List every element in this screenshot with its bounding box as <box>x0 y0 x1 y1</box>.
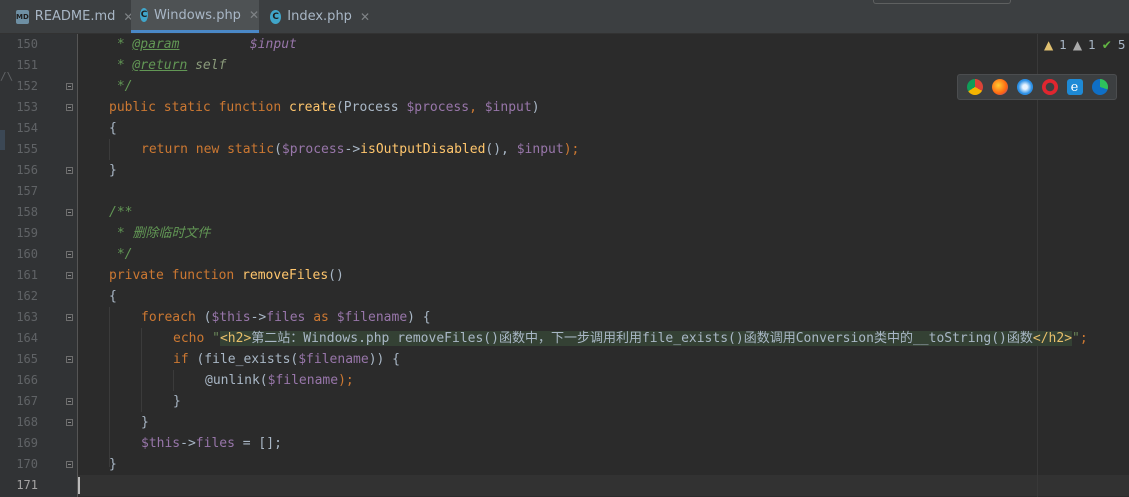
line-number: 153 <box>16 100 38 114</box>
line-number: 170 <box>16 457 38 471</box>
fold-marker-icon[interactable] <box>66 314 73 321</box>
code-line-158[interactable]: /** <box>109 202 132 223</box>
line-number: 165 <box>16 352 38 366</box>
code-line-170[interactable]: } <box>109 454 117 475</box>
code-line-153[interactable]: public static function create(Process $p… <box>109 97 540 118</box>
close-icon[interactable]: ✕ <box>249 8 259 22</box>
line-number: 169 <box>16 436 38 450</box>
line-number: 167 <box>16 394 38 408</box>
php-class-icon: C <box>270 9 282 24</box>
fold-marker-icon[interactable] <box>66 356 73 363</box>
tab-readme[interactable]: MD README.md ✕ <box>16 0 133 33</box>
markdown-file-icon: MD <box>16 9 29 24</box>
line-number: 166 <box>16 373 38 387</box>
code-line-168[interactable]: } <box>141 412 149 433</box>
tab-index-php[interactable]: C Index.php ✕ <box>270 0 370 33</box>
line-number: 163 <box>16 310 38 324</box>
inspection-widget[interactable]: ▲ 1 ▲ 1 ✔ 5 <box>1044 38 1125 52</box>
ie-icon[interactable]: e <box>1066 79 1083 95</box>
code-line-166[interactable]: @unlink($filename); <box>205 370 354 391</box>
line-number: 155 <box>16 142 38 156</box>
code-line-150[interactable]: * @param $input <box>109 34 297 55</box>
open-in-browser-bar: e <box>957 74 1117 100</box>
line-number: 159 <box>16 226 38 240</box>
code-line-155[interactable]: return new static($process->isOutputDisa… <box>141 139 579 160</box>
code-line-159[interactable]: * 删除临时文件 <box>109 223 211 244</box>
line-number: 158 <box>16 205 38 219</box>
tab-label: README.md <box>34 9 116 24</box>
right-margin-guide <box>1037 34 1038 497</box>
line-number: 164 <box>16 331 38 345</box>
text-caret <box>78 477 80 494</box>
ok-count: 5 <box>1117 38 1126 52</box>
code-line-152[interactable]: */ <box>109 76 133 97</box>
line-number: 157 <box>16 184 38 198</box>
line-number: 154 <box>16 121 38 135</box>
code-line-151[interactable]: * @return self <box>109 55 227 76</box>
check-icon: ✔ <box>1101 38 1112 52</box>
indent-guide <box>109 139 110 160</box>
php-class-icon: C <box>140 8 149 22</box>
code-line-169[interactable]: $this->files = []; <box>141 433 282 454</box>
line-number-current: 171 <box>16 478 38 492</box>
indent-guide <box>109 307 110 467</box>
warning-icon: ▲ <box>1044 38 1054 52</box>
line-number: 168 <box>16 415 38 429</box>
line-number: 161 <box>16 268 38 282</box>
code-line-154[interactable]: { <box>109 118 117 139</box>
fold-marker-icon[interactable] <box>66 104 73 111</box>
weak-warning-count: 1 <box>1088 38 1096 52</box>
edge-icon[interactable] <box>1091 79 1108 95</box>
opera-icon[interactable] <box>1041 79 1058 95</box>
tab-label: Index.php <box>287 9 352 24</box>
fold-marker-icon[interactable] <box>66 398 73 405</box>
code-line-165[interactable]: if (file_exists($filename)) { <box>173 349 400 370</box>
code-line-160[interactable]: */ <box>109 244 133 265</box>
line-number: 160 <box>16 247 38 261</box>
code-line-167[interactable]: } <box>173 391 181 412</box>
close-icon[interactable]: ✕ <box>360 10 370 24</box>
line-number-gutter[interactable]: /\ 150 151 152 153 154 155 156 157 158 1… <box>0 34 78 497</box>
line-number: 156 <box>16 163 38 177</box>
line-number: 162 <box>16 289 38 303</box>
indent-guide <box>141 328 142 412</box>
code-line-163[interactable]: foreach ($this->files as $filename) { <box>141 307 431 328</box>
line-number: 150 <box>16 37 38 51</box>
indent-guide <box>173 370 174 391</box>
editor-tab-bar: MD README.md ✕ C Windows.php ✕ C Index.p… <box>0 0 1129 34</box>
safari-icon[interactable] <box>1016 79 1033 95</box>
fold-marker-icon[interactable] <box>66 461 73 468</box>
line-number: 152 <box>16 79 38 93</box>
line-number: 151 <box>16 58 38 72</box>
code-line-161[interactable]: private function removeFiles() <box>109 265 344 286</box>
fold-marker-icon[interactable] <box>66 419 73 426</box>
weak-warning-icon: ▲ <box>1072 38 1083 52</box>
warning-count: 1 <box>1059 38 1067 52</box>
code-line-164[interactable]: echo "<h2>第二站：Windows.php removeFiles()函… <box>173 328 1088 349</box>
tab-label: Windows.php <box>154 7 241 23</box>
toolbar-button[interactable] <box>873 0 1011 4</box>
chrome-icon[interactable] <box>966 79 983 95</box>
fold-marker-icon[interactable] <box>66 167 73 174</box>
fold-marker-icon[interactable] <box>66 272 73 279</box>
fold-marker-icon[interactable] <box>66 83 73 90</box>
code-line-162[interactable]: { <box>109 286 117 307</box>
current-line-highlight <box>78 475 1129 496</box>
fold-marker-icon[interactable] <box>66 251 73 258</box>
code-line-156[interactable]: } <box>109 160 117 181</box>
tab-windows-php[interactable]: C Windows.php ✕ <box>131 0 259 33</box>
firefox-icon[interactable] <box>991 79 1008 95</box>
fold-marker-icon[interactable] <box>66 209 73 216</box>
